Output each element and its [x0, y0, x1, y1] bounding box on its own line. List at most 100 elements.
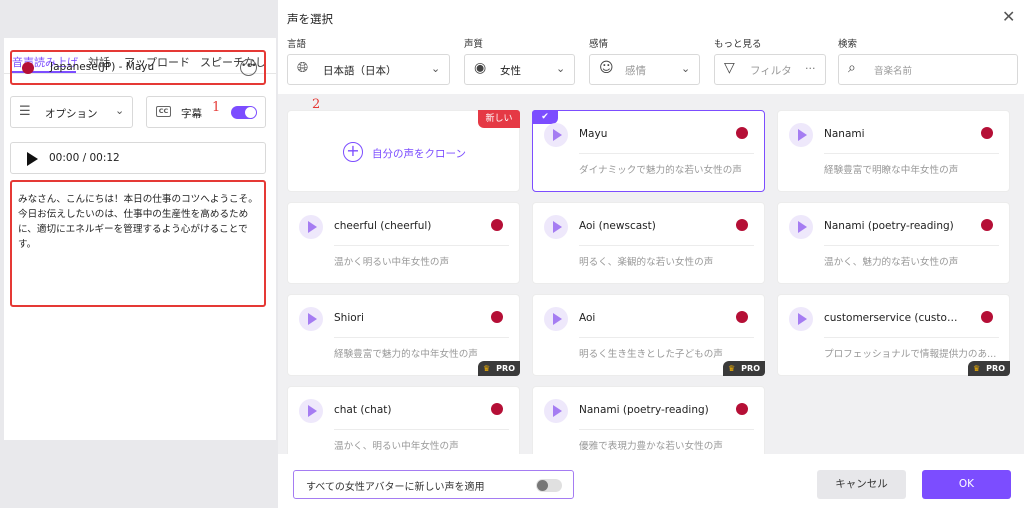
voice-description: 温かく明るい中年女性の声	[334, 257, 450, 268]
search-label: 検索	[838, 39, 858, 50]
filter-value: フィルタ	[750, 65, 792, 77]
voice-description: ダイナミックで魅力的な若い女性の声	[579, 165, 742, 176]
play-icon[interactable]	[789, 307, 813, 331]
japan-flag-icon	[981, 127, 993, 139]
voice-description: 明るく、楽観的な若い女性の声	[579, 257, 714, 268]
smile-icon: ☺	[599, 60, 614, 76]
card-divider	[334, 245, 509, 246]
sliders-icon: ☰	[19, 104, 31, 119]
voice-description: 経験豊富で明瞭な中年女性の声	[824, 165, 959, 176]
card-divider	[579, 429, 754, 430]
pro-badge: ♛ PRO	[968, 361, 1010, 376]
voice-description: 優雅で表現力豊かな若い女性の声	[579, 441, 723, 452]
clone-voice-label: 自分の声をクローン	[372, 148, 466, 160]
voice-card[interactable]: Nanami 経験豊富で明瞭な中年女性の声	[777, 110, 1010, 192]
card-divider	[334, 337, 509, 338]
subtitle-label: 字幕	[181, 108, 202, 120]
card-divider	[579, 153, 754, 154]
voice-name: cheerful (cheerful)	[334, 220, 432, 232]
subtitle-toggle[interactable]	[231, 106, 257, 119]
japan-flag-icon	[736, 403, 748, 415]
subtitle-control: CC 字幕	[146, 96, 266, 128]
japan-flag-icon	[491, 311, 503, 323]
play-icon[interactable]	[299, 215, 323, 239]
voice-card[interactable]: Nanami (poetry-reading) 優雅で表現力豊かな若い女性の声	[532, 386, 765, 454]
globe-icon: 🌐︎	[297, 60, 309, 76]
search-icon: ⌕	[848, 60, 856, 76]
voice-card[interactable]: ✔ Mayu ダイナミックで魅力的な若い女性の声	[532, 110, 765, 192]
play-icon[interactable]	[544, 399, 568, 423]
apply-all-label: すべての女性アバターに新しい声を適用	[306, 482, 485, 493]
clone-voice-card[interactable]: 新しい + 自分の声をクローン	[287, 110, 520, 192]
language-value: 日本語（日本）	[323, 65, 397, 77]
play-icon[interactable]	[27, 152, 38, 166]
play-icon[interactable]	[789, 123, 813, 147]
user-icon: ◉	[474, 60, 487, 76]
voice-card[interactable]: Shiori 経験豊富で魅力的な中年女性の声 ♛ PRO	[287, 294, 520, 376]
card-divider	[579, 337, 754, 338]
search-input[interactable]: ⌕ 音楽名前	[838, 54, 1018, 85]
voice-name: chat (chat)	[334, 404, 392, 416]
dialog-title: 声を選択	[287, 12, 333, 26]
ok-button[interactable]: OK	[922, 470, 1011, 499]
voice-card[interactable]: Aoi (newscast) 明るく、楽観的な若い女性の声	[532, 202, 765, 284]
selected-voice-name: Japanese(JP) - Mayu	[50, 61, 155, 73]
voice-card[interactable]: chat (chat) 温かく、明るい中年女性の声	[287, 386, 520, 454]
cc-icon: CC	[156, 106, 171, 117]
more-label: もっと見る	[714, 39, 762, 50]
options-dropdown[interactable]: ☰ オプション ⌄	[10, 96, 133, 128]
selected-voice-row[interactable]: Japanese(JP) - Mayu •••	[10, 50, 266, 85]
card-divider	[824, 337, 999, 338]
player-time: 00:00 / 00:12	[49, 152, 120, 164]
language-label: 言語	[287, 39, 307, 50]
voice-card[interactable]: Aoi 明るく生き生きとした子どもの声 ♛ PRO	[532, 294, 765, 376]
voice-grid: 2 新しい + 自分の声をクローン ✔ Mayu ダイナミックで魅力的な若い女性…	[278, 94, 1024, 454]
japan-flag-icon	[736, 127, 748, 139]
voice-description: 経験豊富で魅力的な中年女性の声	[334, 349, 478, 360]
apply-all-toggle[interactable]	[536, 479, 562, 492]
play-icon[interactable]	[789, 215, 813, 239]
card-divider	[824, 153, 999, 154]
play-icon[interactable]	[299, 307, 323, 331]
play-icon[interactable]	[544, 307, 568, 331]
gender-select[interactable]: ◉ 女性 ⌄	[464, 54, 575, 85]
more-options-icon[interactable]: •••	[240, 59, 257, 76]
language-select[interactable]: 🌐︎ 日本語（日本） ⌄	[287, 54, 450, 85]
new-badge: 新しい	[478, 110, 520, 128]
audio-player: 00:00 / 00:12	[10, 142, 266, 174]
options-label: オプション	[45, 108, 98, 120]
chevron-down-icon: ⌄	[681, 62, 691, 75]
chevron-down-icon: ⌄	[115, 104, 125, 117]
japan-flag-icon	[736, 311, 748, 323]
play-icon[interactable]	[299, 399, 323, 423]
card-divider	[334, 429, 509, 430]
check-icon: ✔	[532, 110, 558, 124]
japan-flag-icon	[981, 219, 993, 231]
voice-select-dialog: 声を選択 ✕ 言語 🌐︎ 日本語（日本） ⌄ 声質 ◉ 女性 ⌄ 感情 ☺ 感情…	[278, 0, 1024, 508]
chevron-down-icon: ⌄	[431, 62, 441, 75]
cancel-button[interactable]: キャンセル	[817, 470, 906, 499]
crown-icon: ♛	[973, 364, 981, 373]
script-textarea[interactable]: みなさん、こんにちは！本日の仕事のコツへようこそ。 今日お伝えしたいのは、仕事中…	[10, 180, 266, 307]
voice-card[interactable]: customerservice (customer... プロフェッショナルで情…	[777, 294, 1010, 376]
voice-name: customerservice (customer...	[824, 312, 964, 324]
play-icon[interactable]	[544, 215, 568, 239]
close-icon[interactable]: ✕	[1002, 7, 1015, 26]
voice-card[interactable]: cheerful (cheerful) 温かく明るい中年女性の声	[287, 202, 520, 284]
voice-card[interactable]: Nanami (poetry-reading) 温かく、魅力的な若い女性の声	[777, 202, 1010, 284]
emotion-select[interactable]: ☺ 感情 ⌄	[589, 54, 700, 85]
japan-flag-icon	[491, 403, 503, 415]
filter-button[interactable]: ▽ フィルタ ···	[714, 54, 826, 85]
play-icon[interactable]	[544, 123, 568, 147]
voice-description: プロフェッショナルで情報提供力のあ...	[824, 349, 997, 360]
japan-flag-icon	[736, 219, 748, 231]
emotion-label: 感情	[589, 39, 609, 50]
card-divider	[579, 245, 754, 246]
apply-all-female-avatars: すべての女性アバターに新しい声を適用	[293, 470, 574, 499]
crown-icon: ♛	[728, 364, 736, 373]
voice-name: Nanami	[824, 128, 865, 140]
voice-description: 明るく生き生きとした子どもの声	[579, 349, 723, 360]
search-placeholder: 音楽名前	[874, 66, 913, 77]
voice-name: Aoi (newscast)	[579, 220, 656, 232]
card-divider	[824, 245, 999, 246]
